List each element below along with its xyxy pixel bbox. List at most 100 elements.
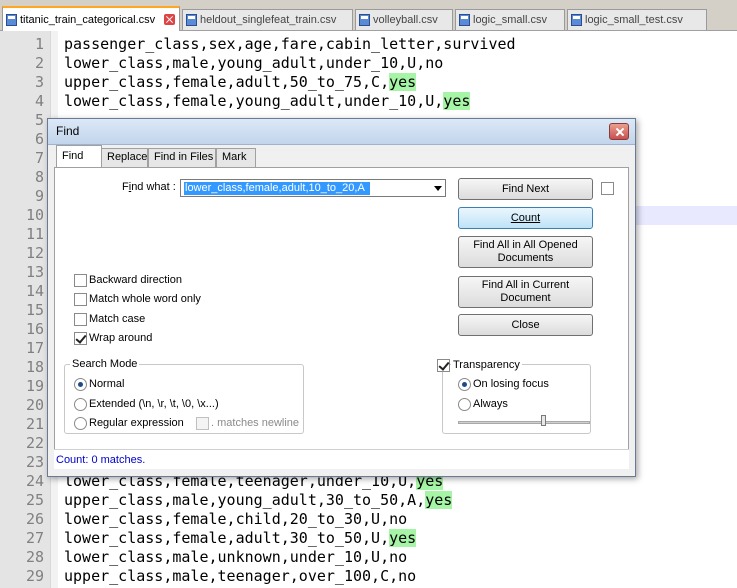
dialog-status-bar: Count: 0 matches. (54, 449, 629, 469)
line-number: 20 (25, 396, 44, 414)
line-number: 19 (25, 377, 44, 395)
match-whole-word-label: Match whole word only (89, 293, 201, 305)
on-losing-focus-label: On losing focus (473, 378, 549, 390)
find-next-option-checkbox[interactable] (601, 182, 614, 195)
line-number: 23 (25, 453, 44, 471)
tab-mark[interactable]: Mark (216, 148, 256, 167)
tab-logic-small-test[interactable]: logic_small_test.csv (567, 9, 707, 30)
match-case-label: Match case (89, 313, 146, 325)
line-number: 25 (25, 491, 44, 509)
line-number: 17 (25, 339, 44, 357)
count-button[interactable]: Count (458, 207, 593, 229)
extended-label: Extended (\n, \r, \t, \0, \x...) (89, 398, 219, 410)
code-line[interactable]: lower_class,male,unknown,under_10,U,no (64, 548, 407, 567)
tab-heldout-singlefeat-train[interactable]: heldout_singlefeat_train.csv (182, 9, 353, 30)
line-number: 5 (34, 111, 44, 129)
tab-label: titanic_train_categorical.csv (20, 13, 156, 26)
code-line[interactable]: upper_class,male,teenager,over_100,C,no (64, 567, 416, 586)
tab-label: logic_small_test.csv (585, 14, 683, 26)
code-line[interactable]: lower_class,female,adult,30_to_50,U,yes (64, 529, 417, 548)
tab-replace[interactable]: Replace (101, 148, 148, 167)
wrap-around-checkbox[interactable] (74, 332, 87, 345)
find-all-current-button[interactable]: Find All in Current Document (458, 276, 593, 308)
always-label: Always (473, 398, 508, 410)
dialog-titlebar[interactable]: Find (48, 119, 635, 145)
line-number: 16 (25, 320, 44, 338)
line-number: 26 (25, 510, 44, 528)
find-all-opened-button[interactable]: Find All in All Opened Documents (458, 236, 593, 268)
dialog-close-button[interactable] (609, 123, 629, 140)
matches-newline-checkbox[interactable] (196, 417, 209, 430)
line-number: 22 (25, 434, 44, 452)
always-radio[interactable] (458, 398, 471, 411)
find-next-button[interactable]: Find Next (458, 178, 593, 200)
backward-direction-checkbox[interactable] (74, 274, 87, 287)
tab-titanic-train-categorical[interactable]: titanic_train_categorical.csv (2, 6, 180, 31)
tab-label: logic_small.csv (473, 14, 547, 26)
code-text: upper_class,male,teenager,over_100,C,no (64, 567, 417, 585)
file-icon (359, 14, 370, 26)
code-line[interactable]: upper_class,male,young_adult,30_to_50,A,… (64, 491, 453, 510)
code-line[interactable]: lower_class,male,young_adult,under_10,U,… (64, 54, 443, 73)
match-whole-word-checkbox[interactable] (74, 293, 87, 306)
status-text: Count: 0 matches. (56, 454, 146, 466)
close-icon[interactable] (164, 14, 175, 25)
regex-radio[interactable] (74, 417, 87, 430)
line-number: 21 (25, 415, 44, 433)
matches-newline-label: . matches newline (211, 417, 300, 429)
line-number: 9 (34, 187, 44, 205)
line-number: 7 (34, 149, 44, 167)
transparency-checkbox[interactable] (437, 359, 450, 372)
tab-bar: titanic_train_categorical.csv heldout_si… (0, 0, 737, 31)
match-case-checkbox[interactable] (74, 313, 87, 326)
code-line[interactable]: lower_class,female,child,20_to_30,U,no (64, 510, 407, 529)
code-line[interactable]: upper_class,female,adult,50_to_75,C,yes (64, 73, 417, 92)
code-line[interactable]: lower_class,female,young_adult,under_10,… (64, 92, 471, 111)
chevron-down-icon[interactable] (434, 186, 442, 191)
normal-radio[interactable] (74, 378, 87, 391)
line-number: 3 (34, 73, 44, 91)
tab-logic-small[interactable]: logic_small.csv (455, 9, 565, 30)
transparency-slider-track[interactable] (458, 421, 590, 424)
match-highlight: yes (425, 491, 453, 509)
backward-direction-label: Backward direction (89, 274, 182, 286)
line-number: 28 (25, 548, 44, 566)
match-highlight: yes (389, 73, 417, 91)
code-text: upper_class,female,adult,50_to_75,C, (64, 73, 390, 91)
normal-label: Normal (89, 378, 125, 390)
find-what-label: Find what : (122, 181, 176, 193)
match-highlight: yes (389, 529, 417, 547)
wrap-around-label: Wrap around (89, 332, 153, 344)
tab-find-in-files[interactable]: Find in Files (148, 148, 216, 167)
dialog-title: Find (56, 124, 80, 138)
tab-find[interactable]: Find (56, 145, 102, 168)
code-text: lower_class,male,unknown,under_10,U,no (64, 548, 408, 566)
match-highlight: yes (443, 92, 471, 110)
tab-volleyball[interactable]: volleyball.csv (355, 9, 453, 30)
file-icon (459, 14, 470, 26)
search-mode-title: Search Mode (70, 358, 140, 370)
tab-label: volleyball.csv (373, 14, 438, 26)
transparency-slider-thumb[interactable] (541, 415, 546, 426)
line-number: 8 (34, 168, 44, 186)
code-line[interactable]: passenger_class,sex,age,fare,cabin_lette… (64, 35, 516, 54)
find-dialog: Find Find Replace Find in Files Mark Fin… (47, 118, 636, 477)
on-losing-focus-radio[interactable] (458, 378, 471, 391)
line-number: 24 (25, 472, 44, 490)
line-number: 15 (25, 301, 44, 319)
code-text: lower_class,female,adult,30_to_50,U, (64, 529, 390, 547)
line-number: 29 (25, 567, 44, 585)
find-what-input[interactable]: lower_class,female,adult,10_to_20,A (185, 182, 365, 195)
line-number: 4 (34, 92, 44, 110)
transparency-label: Transparency (451, 359, 522, 371)
extended-radio[interactable] (74, 398, 87, 411)
line-number: 27 (25, 529, 44, 547)
line-number: 13 (25, 263, 44, 281)
close-button[interactable]: Close (458, 314, 593, 336)
file-icon (186, 14, 197, 26)
line-number: 1 (34, 35, 44, 53)
line-number: 6 (34, 130, 44, 148)
tab-label: heldout_singlefeat_train.csv (200, 14, 337, 26)
line-number: 11 (25, 225, 44, 243)
find-what-combobox[interactable]: lower_class,female,adult,10_to_20,A (180, 179, 446, 197)
